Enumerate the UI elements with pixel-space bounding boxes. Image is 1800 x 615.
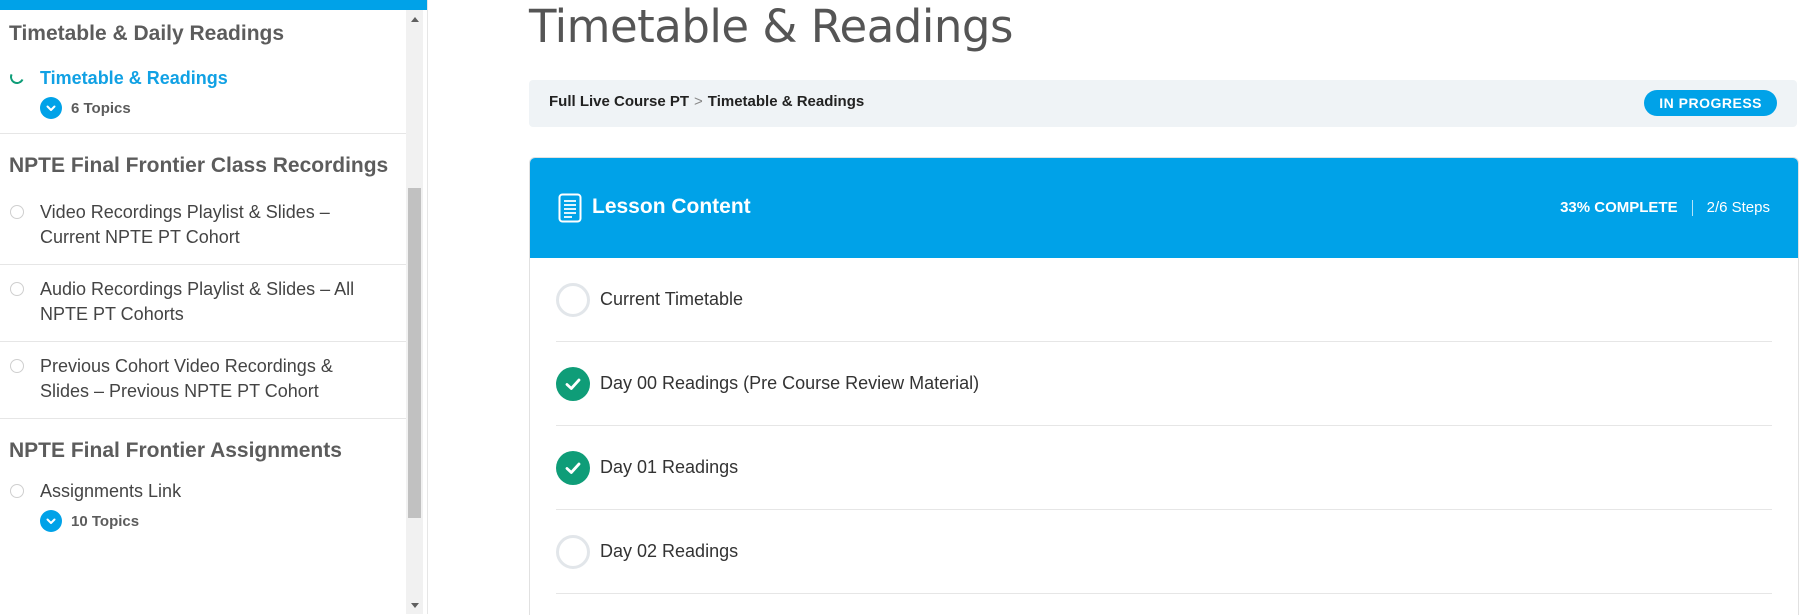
lesson-label[interactable]: Assignments Link <box>40 479 386 504</box>
lesson-label[interactable]: Timetable & Readings <box>40 66 386 91</box>
not-started-icon <box>10 282 24 296</box>
checkmark-icon <box>556 450 590 485</box>
checkmark-icon <box>556 366 590 401</box>
status-badge: IN PROGRESS <box>1644 90 1777 116</box>
lesson-content-title: Lesson Content <box>592 195 751 218</box>
incomplete-circle-icon <box>556 282 590 317</box>
breadcrumb-bar: Full Live Course PT > Timetable & Readings… <box>529 80 1797 127</box>
breadcrumb-course-link[interactable]: Full Live Course PT <box>549 93 689 110</box>
breadcrumb-current[interactable]: Timetable & Readings <box>708 93 864 110</box>
step-current-timetable[interactable]: Current Timetable <box>556 258 1772 342</box>
not-started-icon <box>10 205 24 219</box>
chevron-down-icon[interactable] <box>40 97 62 119</box>
sidebar-top-bar <box>0 0 427 10</box>
step-label[interactable]: Day 01 Readings <box>600 457 738 478</box>
progress-percent: 33% COMPLETE <box>1560 199 1678 216</box>
sidebar-lesson-timetable-readings[interactable]: Timetable & Readings 6 Topics <box>0 56 406 134</box>
topics-toggle[interactable]: 6 Topics <box>40 97 386 119</box>
step-day-02-readings[interactable]: Day 02 Readings <box>556 510 1772 594</box>
sidebar-lesson-previous-cohort[interactable]: Previous Cohort Video Recordings & Slide… <box>0 342 406 419</box>
sidebar-lesson-audio-recordings[interactable]: Audio Recordings Playlist & Slides – All… <box>0 265 406 342</box>
course-sidebar: Timetable & Daily Readings Timetable & R… <box>0 0 428 614</box>
sidebar-content: Timetable & Daily Readings Timetable & R… <box>0 10 406 546</box>
document-icon <box>558 193 582 223</box>
breadcrumb: Full Live Course PT > Timetable & Readings <box>549 93 864 110</box>
progress-steps: 2/6 Steps <box>1706 199 1770 216</box>
sidebar-lesson-video-recordings[interactable]: Video Recordings Playlist & Slides – Cur… <box>0 188 406 265</box>
lesson-content-panel: Lesson Content 33% COMPLETE 2/6 Steps Cu… <box>529 157 1799 615</box>
lesson-progress: 33% COMPLETE 2/6 Steps <box>1560 199 1770 216</box>
progress-divider <box>1691 199 1693 216</box>
step-label[interactable]: Day 02 Readings <box>600 541 738 562</box>
main-content: Timetable & Readings Full Live Course PT… <box>529 0 1800 615</box>
sidebar-lesson-assignments-link[interactable]: Assignments Link 10 Topics <box>0 473 406 546</box>
section-title-assignments: NPTE Final Frontier Assignments <box>9 439 342 462</box>
not-started-icon <box>10 484 24 498</box>
section-title-timetable: Timetable & Daily Readings <box>9 22 285 45</box>
sidebar-scrollbar[interactable] <box>406 10 423 614</box>
step-list: Current Timetable Day 00 Readings (Pre C… <box>556 258 1772 594</box>
in-progress-icon <box>8 68 26 86</box>
step-day-00-readings[interactable]: Day 00 Readings (Pre Course Review Mater… <box>556 342 1772 426</box>
page-title: Timetable & Readings <box>529 0 1013 53</box>
lesson-content-header: Lesson Content 33% COMPLETE 2/6 Steps <box>530 158 1798 258</box>
lesson-label[interactable]: Audio Recordings Playlist & Slides – All… <box>40 277 386 327</box>
lesson-label[interactable]: Previous Cohort Video Recordings & Slide… <box>40 354 386 404</box>
breadcrumb-separator: > <box>694 93 703 110</box>
section-title-class-recordings: NPTE Final Frontier Class Recordings <box>9 154 389 177</box>
topics-toggle[interactable]: 10 Topics <box>40 510 386 532</box>
chevron-down-icon[interactable] <box>40 510 62 532</box>
topics-count[interactable]: 6 Topics <box>71 100 131 117</box>
scroll-up-arrow-icon[interactable] <box>406 10 423 27</box>
topics-count[interactable]: 10 Topics <box>71 513 139 530</box>
scrollbar-thumb[interactable] <box>408 188 421 518</box>
scroll-down-arrow-icon[interactable] <box>406 597 423 614</box>
step-day-01-readings[interactable]: Day 01 Readings <box>556 426 1772 510</box>
lesson-label[interactable]: Video Recordings Playlist & Slides – Cur… <box>40 200 386 250</box>
step-label[interactable]: Current Timetable <box>600 289 743 310</box>
step-label[interactable]: Day 00 Readings (Pre Course Review Mater… <box>600 373 979 394</box>
not-started-icon <box>10 359 24 373</box>
incomplete-circle-icon <box>556 534 590 569</box>
